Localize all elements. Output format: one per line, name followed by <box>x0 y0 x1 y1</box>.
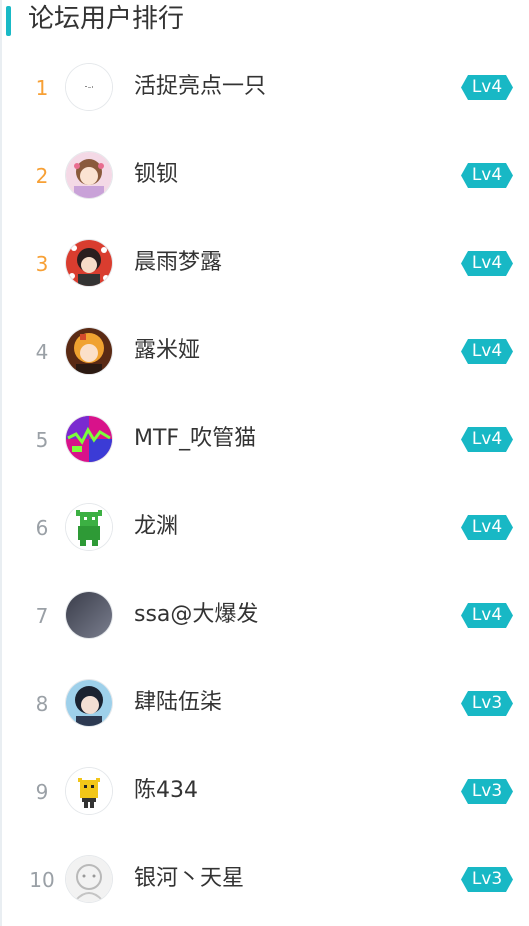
username[interactable]: 肆陆伍柒 <box>134 688 222 718</box>
rank-number: 10 <box>29 868 55 892</box>
list-item[interactable]: 7 ssa@大爆发 Lv4 <box>0 572 529 660</box>
rank-number: 1 <box>35 76 49 100</box>
list-item[interactable]: 2 钡钡 Lv4 <box>0 132 529 220</box>
list-item[interactable]: 1 活捉亮点一只 Lv4 <box>0 44 529 132</box>
rank-number: 7 <box>35 604 49 628</box>
username[interactable]: 龙渊 <box>134 512 178 542</box>
level-badge: Lv4 <box>461 163 513 188</box>
username[interactable]: 活捉亮点一只 <box>134 72 266 102</box>
username[interactable]: 露米娅 <box>134 336 200 366</box>
title-accent-bar <box>6 6 11 36</box>
username[interactable]: 陈434 <box>134 776 198 806</box>
username[interactable]: ssa@大爆发 <box>134 600 258 630</box>
list-item[interactable]: 5 MTF_吹管猫 Lv4 <box>0 396 529 484</box>
list-item[interactable]: 3 晨雨梦露 Lv4 <box>0 220 529 308</box>
rank-number: 2 <box>35 164 49 188</box>
level-badge: Lv3 <box>461 867 513 892</box>
level-badge: Lv3 <box>461 691 513 716</box>
user-ranking-list: 1 活捉亮点一只 Lv4 2 钡钡 Lv4 3 晨雨梦露 Lv4 4 露米娅 L… <box>0 44 529 924</box>
list-item[interactable]: 10 银河丶天星 Lv3 <box>0 836 529 924</box>
level-badge: Lv4 <box>461 75 513 100</box>
avatar[interactable] <box>66 416 112 462</box>
avatar[interactable] <box>66 592 112 638</box>
avatar[interactable] <box>66 64 112 110</box>
list-item[interactable]: 8 肆陆伍柒 Lv3 <box>0 660 529 748</box>
avatar[interactable] <box>66 240 112 286</box>
level-badge: Lv4 <box>461 515 513 540</box>
username[interactable]: MTF_吹管猫 <box>134 424 256 454</box>
rank-number: 3 <box>35 252 49 276</box>
avatar[interactable] <box>66 680 112 726</box>
level-badge: Lv4 <box>461 339 513 364</box>
rank-number: 6 <box>35 516 49 540</box>
panel-header: 论坛用户排行 <box>0 0 529 40</box>
list-item[interactable]: 9 陈434 Lv3 <box>0 748 529 836</box>
level-badge: Lv4 <box>461 603 513 628</box>
rank-number: 9 <box>35 780 49 804</box>
avatar[interactable] <box>66 328 112 374</box>
level-badge: Lv4 <box>461 251 513 276</box>
rank-number: 8 <box>35 692 49 716</box>
rank-number: 5 <box>35 428 49 452</box>
avatar[interactable] <box>66 856 112 902</box>
username[interactable]: 银河丶天星 <box>134 864 244 894</box>
page-title: 论坛用户排行 <box>28 4 185 34</box>
level-badge: Lv3 <box>461 779 513 804</box>
username[interactable]: 钡钡 <box>134 160 178 190</box>
level-badge: Lv4 <box>461 427 513 452</box>
avatar[interactable] <box>66 504 112 550</box>
rank-number: 4 <box>35 340 49 364</box>
avatar[interactable] <box>66 152 112 198</box>
list-item[interactable]: 4 露米娅 Lv4 <box>0 308 529 396</box>
list-item[interactable]: 6 龙渊 Lv4 <box>0 484 529 572</box>
avatar[interactable] <box>66 768 112 814</box>
username[interactable]: 晨雨梦露 <box>134 248 222 278</box>
